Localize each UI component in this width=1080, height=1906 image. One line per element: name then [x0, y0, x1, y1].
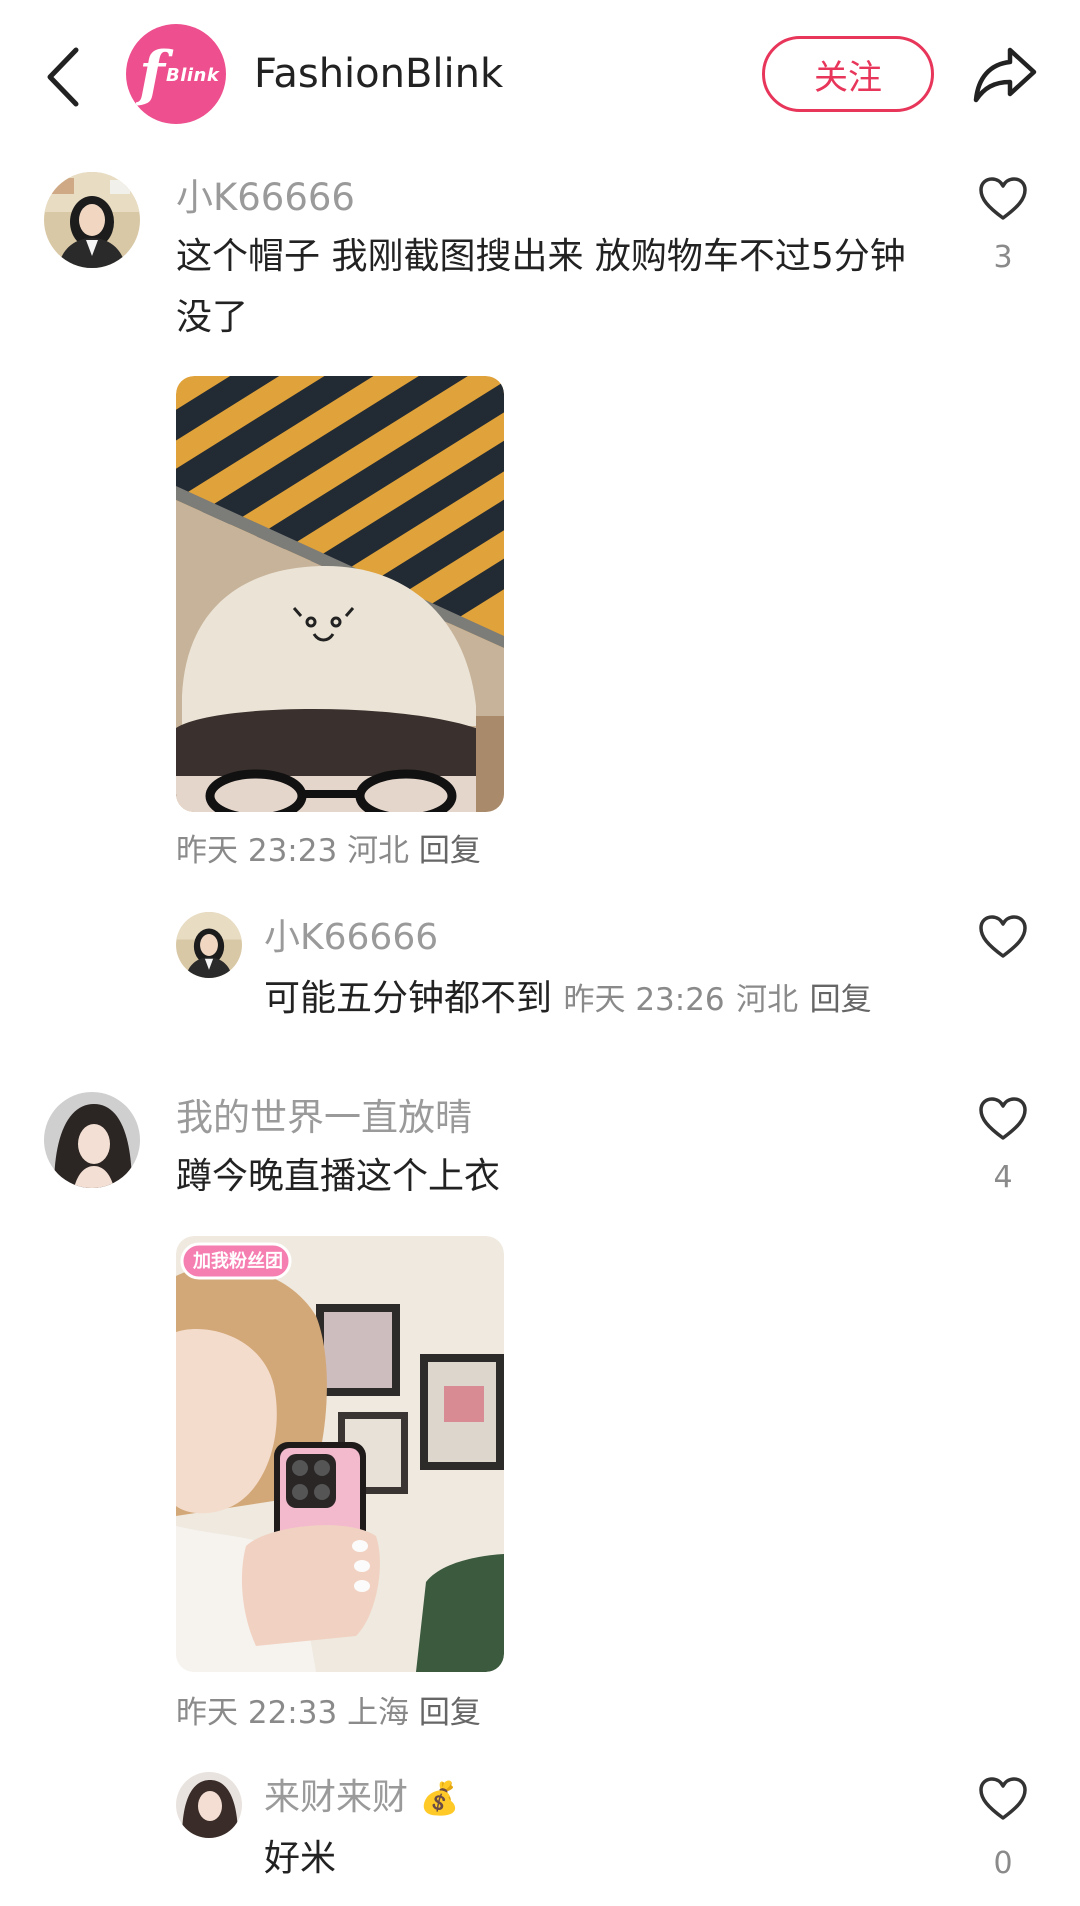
account-name[interactable]: FashionBlink: [254, 50, 503, 98]
reply-username[interactable]: 来财来财: [264, 1777, 408, 1818]
photo-sticker-text: 加我粉丝团: [193, 1251, 283, 1272]
like-count: 0: [993, 1846, 1013, 1881]
avatar[interactable]: [176, 912, 242, 978]
heart-icon[interactable]: [978, 176, 1028, 222]
avatar[interactable]: [176, 1772, 242, 1838]
back-icon[interactable]: [40, 44, 88, 110]
like-count: 3: [993, 240, 1013, 275]
reply-username[interactable]: 小K66666: [264, 916, 438, 960]
comment-photo[interactable]: [176, 376, 504, 812]
reply-username-line: 来财来财 💰: [264, 1776, 459, 1820]
comment-photo[interactable]: 加我粉丝团: [176, 1236, 504, 1672]
heart-icon[interactable]: [978, 914, 1028, 960]
comment-text[interactable]: 蹲今晚直播这个上衣: [176, 1146, 916, 1207]
logo-text: Blink: [166, 65, 220, 86]
money-bag-icon: 💰: [419, 1779, 460, 1817]
heart-icon[interactable]: [978, 1096, 1028, 1142]
avatar[interactable]: [44, 172, 140, 268]
comment-meta: 昨天 23:23 河北 回复: [176, 832, 481, 870]
account-logo[interactable]: f Blink: [126, 24, 226, 124]
avatar[interactable]: [44, 1092, 140, 1188]
logo-mark: f: [139, 39, 165, 109]
comment-text[interactable]: 这个帽子 我刚截图搜出来 放购物车不过5分钟 没了: [176, 226, 916, 348]
reply-button[interactable]: 回复: [810, 982, 872, 1018]
comment-username[interactable]: 我的世界一直放晴: [176, 1096, 472, 1140]
reply-text-line: 可能五分钟都不到 昨天 23:26 河北 回复: [264, 968, 872, 1031]
comment-location: 河北: [347, 833, 410, 869]
reply-text[interactable]: 好米: [264, 1828, 336, 1889]
comment-location: 上海: [347, 1695, 410, 1731]
reply-time: 昨天 23:26: [563, 982, 725, 1018]
comment-time: 昨天 22:33: [176, 1695, 338, 1731]
reply-button[interactable]: 回复: [419, 833, 481, 869]
share-icon[interactable]: [972, 44, 1038, 104]
like-count: 4: [993, 1160, 1013, 1195]
comment-username[interactable]: 小K66666: [176, 176, 355, 220]
heart-icon[interactable]: [978, 1776, 1028, 1822]
comment-time: 昨天 23:23: [176, 833, 338, 869]
follow-button[interactable]: 关注: [762, 36, 934, 112]
comment-meta: 昨天 22:33 上海 回复: [176, 1694, 481, 1732]
reply-button[interactable]: 回复: [419, 1695, 481, 1731]
reply-text[interactable]: 可能五分钟都不到: [264, 978, 552, 1019]
reply-location: 河北: [736, 982, 799, 1018]
